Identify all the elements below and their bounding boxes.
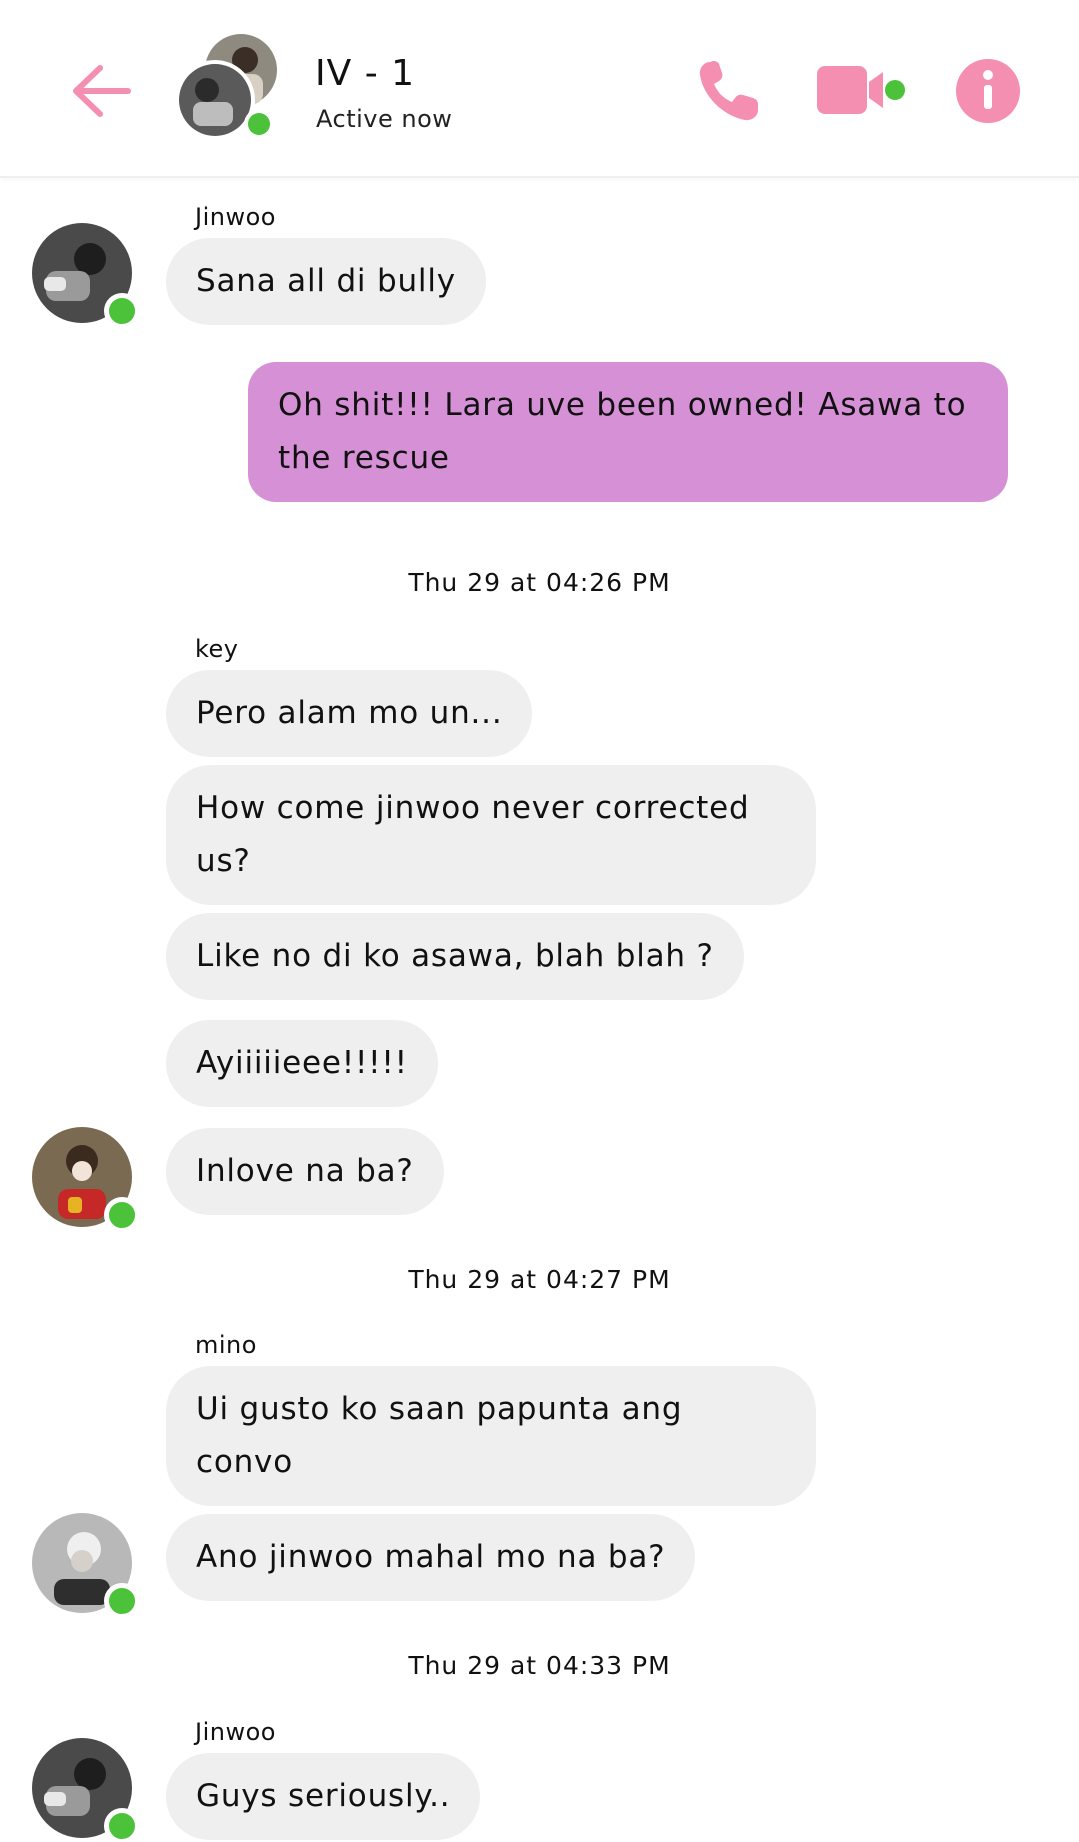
message-bubble[interactable]: Pero alam mo un... — [166, 670, 533, 757]
group-avatar[interactable] — [175, 34, 287, 140]
video-camera-icon[interactable] — [815, 62, 905, 118]
message-bubble[interactable]: Ui gusto ko saan papunta ang convo — [166, 1366, 816, 1506]
avatar[interactable] — [32, 1513, 140, 1619]
online-status-icon — [104, 1197, 140, 1233]
message-bubble[interactable]: Guys seriously.. — [166, 1753, 481, 1840]
online-status-icon — [104, 293, 140, 329]
avatar[interactable] — [32, 1127, 140, 1233]
sender-name: Jinwoo — [195, 203, 276, 231]
avatar[interactable] — [32, 223, 140, 329]
message-bubble[interactable]: Inlove na ba? — [166, 1128, 444, 1215]
message-bubble[interactable]: How come jinwoo never corrected us? — [166, 765, 816, 905]
outgoing-message-bubble[interactable]: Oh shit!!! Lara uve been owned! Asawa to… — [248, 362, 1008, 502]
online-status-icon — [104, 1583, 140, 1619]
avatar[interactable] — [32, 1738, 140, 1842]
timestamp: Thu 29 at 04:26 PM — [408, 568, 671, 597]
phone-icon[interactable] — [696, 58, 764, 124]
messenger-chat-screen: IV - 1 Active now Jinwoo Sana all di bul… — [0, 0, 1079, 1842]
sender-name: key — [195, 635, 239, 663]
sender-name: mino — [195, 1331, 257, 1359]
active-status: Active now — [316, 105, 453, 133]
chat-header: IV - 1 Active now — [0, 0, 1079, 178]
message-bubble[interactable]: Like no di ko asawa, blah blah ? — [166, 913, 744, 1000]
chat-title[interactable]: IV - 1 — [315, 52, 415, 96]
back-arrow-icon[interactable] — [70, 60, 132, 122]
timestamp: Thu 29 at 04:33 PM — [408, 1651, 671, 1680]
info-icon[interactable] — [955, 58, 1021, 124]
message-bubble[interactable]: Ano jinwoo mahal mo na ba? — [166, 1514, 696, 1601]
sender-name: Jinwoo — [195, 1718, 276, 1746]
online-status-icon — [104, 1808, 140, 1842]
message-bubble[interactable]: Sana all di bully — [166, 238, 486, 325]
message-bubble[interactable]: Ayiiiiieee!!!!! — [166, 1020, 438, 1107]
timestamp: Thu 29 at 04:27 PM — [408, 1265, 671, 1294]
